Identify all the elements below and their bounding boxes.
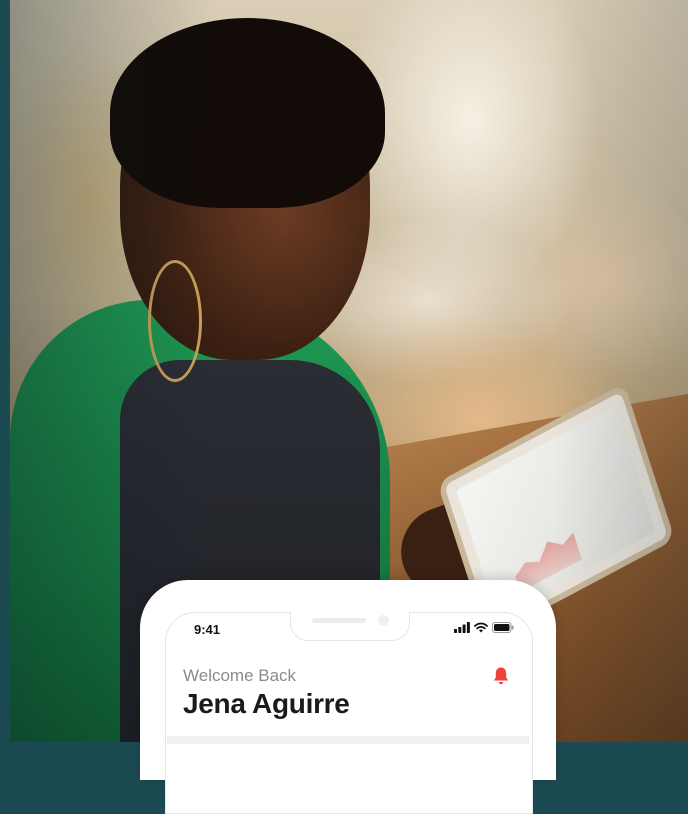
cellular-signal-icon bbox=[454, 622, 470, 633]
phone-speaker bbox=[312, 618, 366, 623]
phone-mockup: 9:41 Welcome Back Jena Aguirre bbox=[140, 580, 556, 814]
phone-camera bbox=[378, 615, 389, 626]
wifi-icon bbox=[474, 622, 488, 633]
status-bar-time: 9:41 bbox=[194, 622, 221, 637]
user-name-heading: Jena Aguirre bbox=[183, 688, 350, 719]
welcome-label: Welcome Back bbox=[183, 666, 297, 685]
phone-notch bbox=[290, 612, 410, 641]
section-divider bbox=[167, 736, 529, 744]
status-bar-icons bbox=[454, 622, 514, 633]
bell-icon[interactable] bbox=[492, 666, 510, 686]
battery-icon bbox=[492, 622, 514, 633]
